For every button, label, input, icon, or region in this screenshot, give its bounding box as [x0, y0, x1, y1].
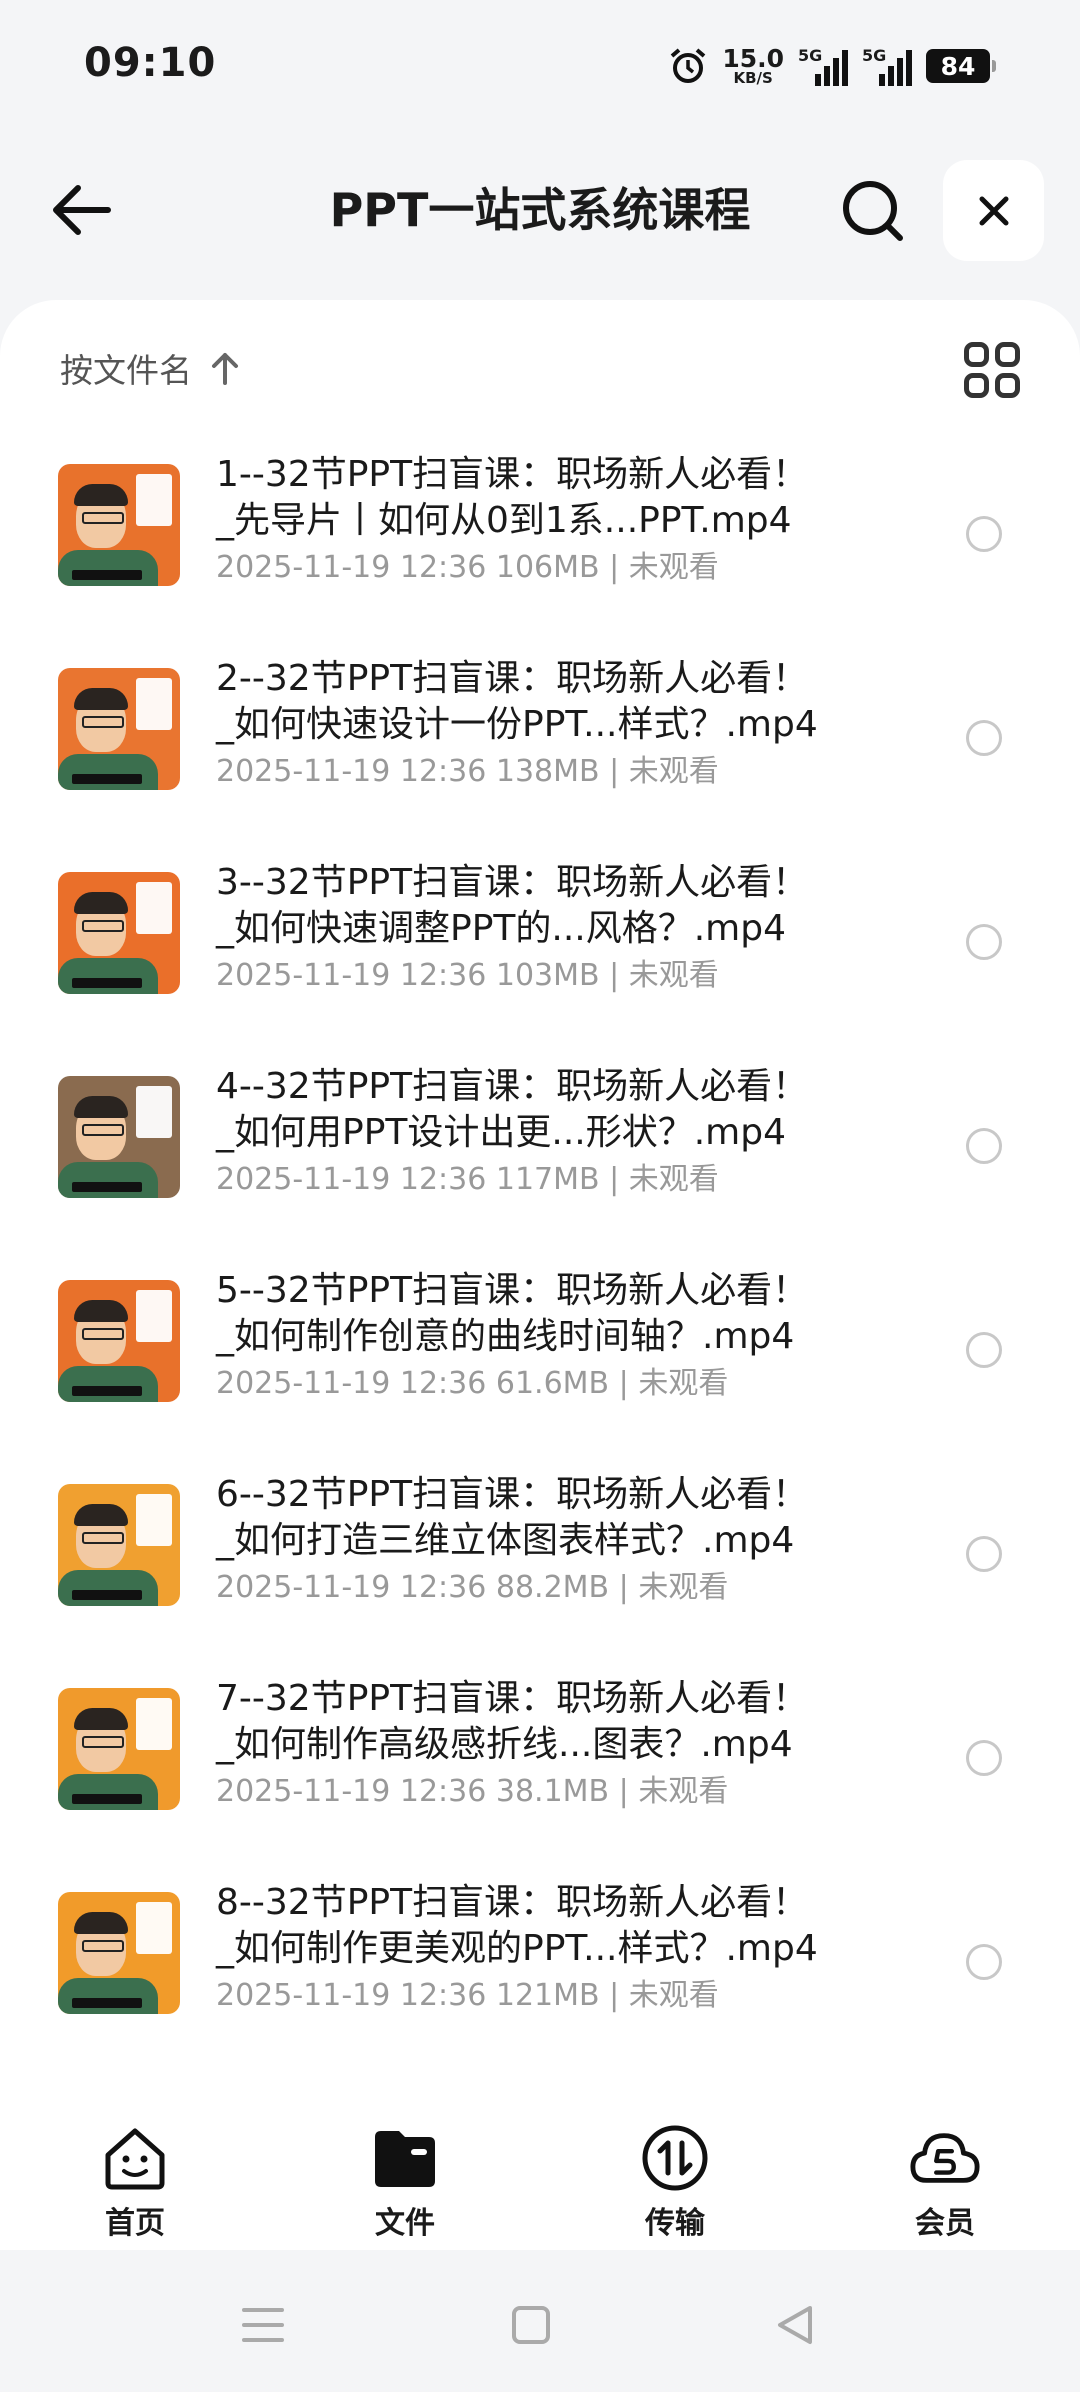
file-list: 1--32节PPT扫盲课：职场新人必看！ _先导片丨如何从0到1系...PPT.… — [0, 440, 1080, 2072]
video-thumbnail — [58, 464, 180, 586]
select-radio[interactable] — [966, 924, 1002, 960]
close-button[interactable] — [943, 160, 1044, 261]
status-time: 09:10 — [84, 40, 217, 86]
file-text: 1--32节PPT扫盲课：职场新人必看！ _先导片丨如何从0到1系...PPT.… — [216, 452, 956, 590]
file-text: 3--32节PPT扫盲课：职场新人必看！ _如何快速调整PPT的...风格？.m… — [216, 860, 956, 998]
signal-2-icon: 5G — [862, 46, 912, 86]
video-thumbnail — [58, 1280, 180, 1402]
file-row[interactable]: 6--32节PPT扫盲课：职场新人必看！ _如何打造三维立体图表样式？.mp4 … — [0, 1460, 1080, 1664]
file-name-line1: 3--32节PPT扫盲课：职场新人必看！ — [216, 862, 809, 903]
file-name-line1: 6--32节PPT扫盲课：职场新人必看！ — [216, 1474, 809, 1515]
select-radio[interactable] — [966, 720, 1002, 756]
file-name-line1: 4--32节PPT扫盲课：职场新人必看！ — [216, 1066, 809, 1107]
select-radio[interactable] — [966, 1536, 1002, 1572]
sort-arrow-up-icon — [212, 353, 238, 385]
file-row[interactable]: 7--32节PPT扫盲课：职场新人必看！ _如何制作高级感折线...图表？.mp… — [0, 1664, 1080, 1868]
tab-transfer[interactable]: 传输 — [540, 2100, 810, 2250]
select-radio[interactable] — [966, 1332, 1002, 1368]
network-speed: 15.0 KB/S — [722, 46, 784, 86]
tab-files-label: 文件 — [375, 2206, 435, 2241]
file-row[interactable]: 3--32节PPT扫盲课：职场新人必看！ _如何快速调整PPT的...风格？.m… — [0, 848, 1080, 1052]
video-thumbnail — [58, 1076, 180, 1198]
video-thumbnail — [58, 1892, 180, 2014]
status-bar: 09:10 15.0 KB/S 5G 5G 84 — [0, 0, 1080, 130]
file-text: 4--32节PPT扫盲课：职场新人必看！ _如何用PPT设计出更...形状？.m… — [216, 1064, 956, 1202]
close-icon — [979, 196, 1008, 225]
file-name-line2: _如何快速调整PPT的...风格？.mp4 — [216, 908, 787, 949]
file-name-line1: 1--32节PPT扫盲课：职场新人必看！ — [216, 454, 809, 495]
file-meta: 2025-11-19 12:36 38.1MB | 未观看 — [216, 1774, 729, 1809]
top-bar: PPT一站式系统课程 — [0, 150, 1080, 270]
vip-cloud-icon — [910, 2133, 980, 2183]
signal-1-icon: 5G — [798, 46, 848, 86]
file-row[interactable]: 5--32节PPT扫盲课：职场新人必看！ _如何制作创意的曲线时间轴？.mp4 … — [0, 1256, 1080, 1460]
file-name-line2: _如何用PPT设计出更...形状？.mp4 — [216, 1112, 787, 1153]
select-radio[interactable] — [966, 516, 1002, 552]
bottom-tab-bar: 首页 文件 传输 会员 — [0, 2100, 1080, 2250]
search-icon — [843, 181, 903, 241]
file-name-line2: _先导片丨如何从0到1系...PPT.mp4 — [216, 500, 792, 541]
file-name-line2: _如何打造三维立体图表样式？.mp4 — [216, 1520, 795, 1561]
video-thumbnail — [58, 668, 180, 790]
file-name-line1: 7--32节PPT扫盲课：职场新人必看！ — [216, 1678, 809, 1719]
file-row[interactable]: 4--32节PPT扫盲课：职场新人必看！ _如何用PPT设计出更...形状？.m… — [0, 1052, 1080, 1256]
file-row[interactable]: 2--32节PPT扫盲课：职场新人必看！ _如何快速设计一份PPT...样式？.… — [0, 644, 1080, 848]
speed-unit: KB/S — [733, 69, 773, 87]
tab-home-label: 首页 — [105, 2206, 165, 2241]
select-radio[interactable] — [966, 1740, 1002, 1776]
file-name-line2: _如何快速设计一份PPT...样式？.mp4 — [216, 704, 818, 745]
file-meta: 2025-11-19 12:36 117MB | 未观看 — [216, 1162, 719, 1197]
file-meta: 2025-11-19 12:36 61.6MB | 未观看 — [216, 1366, 729, 1401]
alarm-icon — [671, 48, 706, 83]
battery-icon: 84 — [926, 49, 996, 83]
file-meta: 2025-11-19 12:36 88.2MB | 未观看 — [216, 1570, 729, 1605]
page-title: PPT一站式系统课程 — [329, 183, 751, 237]
grid-view-icon[interactable] — [964, 342, 1020, 398]
tab-home[interactable]: 首页 — [0, 2100, 270, 2250]
folder-icon — [375, 2131, 435, 2187]
system-nav-bar — [0, 2250, 1080, 2392]
file-name-line1: 8--32节PPT扫盲课：职场新人必看！ — [216, 1882, 809, 1923]
video-thumbnail — [58, 1484, 180, 1606]
file-name-line1: 5--32节PPT扫盲课：职场新人必看！ — [216, 1270, 809, 1311]
file-row[interactable]: 8--32节PPT扫盲课：职场新人必看！ _如何制作更美观的PPT...样式？.… — [0, 1868, 1080, 2072]
file-list-panel: 按文件名 1--32节PPT扫盲课：职场新人必看！ _先导片丨如何从0到1系..… — [0, 300, 1080, 2120]
sort-label: 按文件名 — [60, 351, 192, 390]
file-text: 5--32节PPT扫盲课：职场新人必看！ _如何制作创意的曲线时间轴？.mp4 … — [216, 1268, 956, 1406]
file-name-line2: _如何制作更美观的PPT...样式？.mp4 — [216, 1928, 818, 1969]
file-name-line1: 2--32节PPT扫盲课：职场新人必看！ — [216, 658, 809, 699]
back-triangle-icon[interactable] — [770, 2302, 820, 2348]
home-face-icon — [105, 2128, 165, 2190]
speed-value: 15.0 — [722, 44, 784, 73]
file-row[interactable]: 1--32节PPT扫盲课：职场新人必看！ _先导片丨如何从0到1系...PPT.… — [0, 440, 1080, 644]
select-radio[interactable] — [966, 1944, 1002, 1980]
file-name-line2: _如何制作创意的曲线时间轴？.mp4 — [216, 1316, 795, 1357]
video-thumbnail — [58, 872, 180, 994]
file-text: 6--32节PPT扫盲课：职场新人必看！ _如何打造三维立体图表样式？.mp4 … — [216, 1472, 956, 1610]
file-meta: 2025-11-19 12:36 121MB | 未观看 — [216, 1978, 719, 2013]
battery-level: 84 — [940, 51, 976, 81]
tab-vip-label: 会员 — [915, 2206, 975, 2241]
file-text: 7--32节PPT扫盲课：职场新人必看！ _如何制作高级感折线...图表？.mp… — [216, 1676, 956, 1814]
home-square-icon[interactable] — [506, 2302, 556, 2348]
file-text: 8--32节PPT扫盲课：职场新人必看！ _如何制作更美观的PPT...样式？.… — [216, 1880, 956, 2018]
sort-toggle[interactable]: 按文件名 — [60, 344, 240, 392]
menu-icon[interactable] — [238, 2302, 288, 2348]
transfer-icon — [642, 2125, 708, 2191]
file-name-line2: _如何制作高级感折线...图表？.mp4 — [216, 1724, 793, 1765]
file-meta: 2025-11-19 12:36 103MB | 未观看 — [216, 958, 719, 993]
file-text: 2--32节PPT扫盲课：职场新人必看！ _如何快速设计一份PPT...样式？.… — [216, 656, 956, 794]
video-thumbnail — [58, 1688, 180, 1810]
tab-vip[interactable]: 会员 — [810, 2100, 1080, 2250]
tab-files[interactable]: 文件 — [270, 2100, 540, 2250]
select-radio[interactable] — [966, 1128, 1002, 1164]
file-meta: 2025-11-19 12:36 106MB | 未观看 — [216, 550, 719, 585]
search-button[interactable] — [836, 174, 908, 246]
status-icons: 15.0 KB/S 5G 5G 84 — [668, 44, 996, 88]
tab-transfer-label: 传输 — [645, 2206, 705, 2241]
file-meta: 2025-11-19 12:36 138MB | 未观看 — [216, 754, 719, 789]
